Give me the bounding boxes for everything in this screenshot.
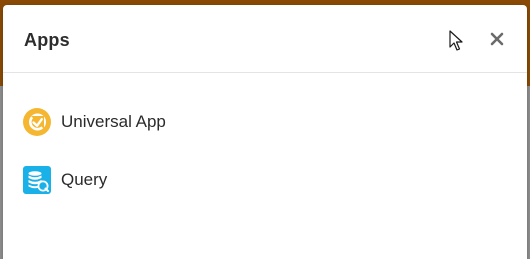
app-label-universal-app: Universal App [61,112,166,131]
mouse-pointer-icon [449,30,463,51]
app-label-query: Query [61,170,108,189]
query-database-icon [22,165,52,195]
close-icon[interactable] [488,29,506,49]
app-item-universal-app[interactable]: Universal App [22,106,166,138]
app-item-query[interactable]: Query [22,164,107,196]
modal-title: Apps [24,30,70,50]
universal-app-icon [22,107,52,137]
